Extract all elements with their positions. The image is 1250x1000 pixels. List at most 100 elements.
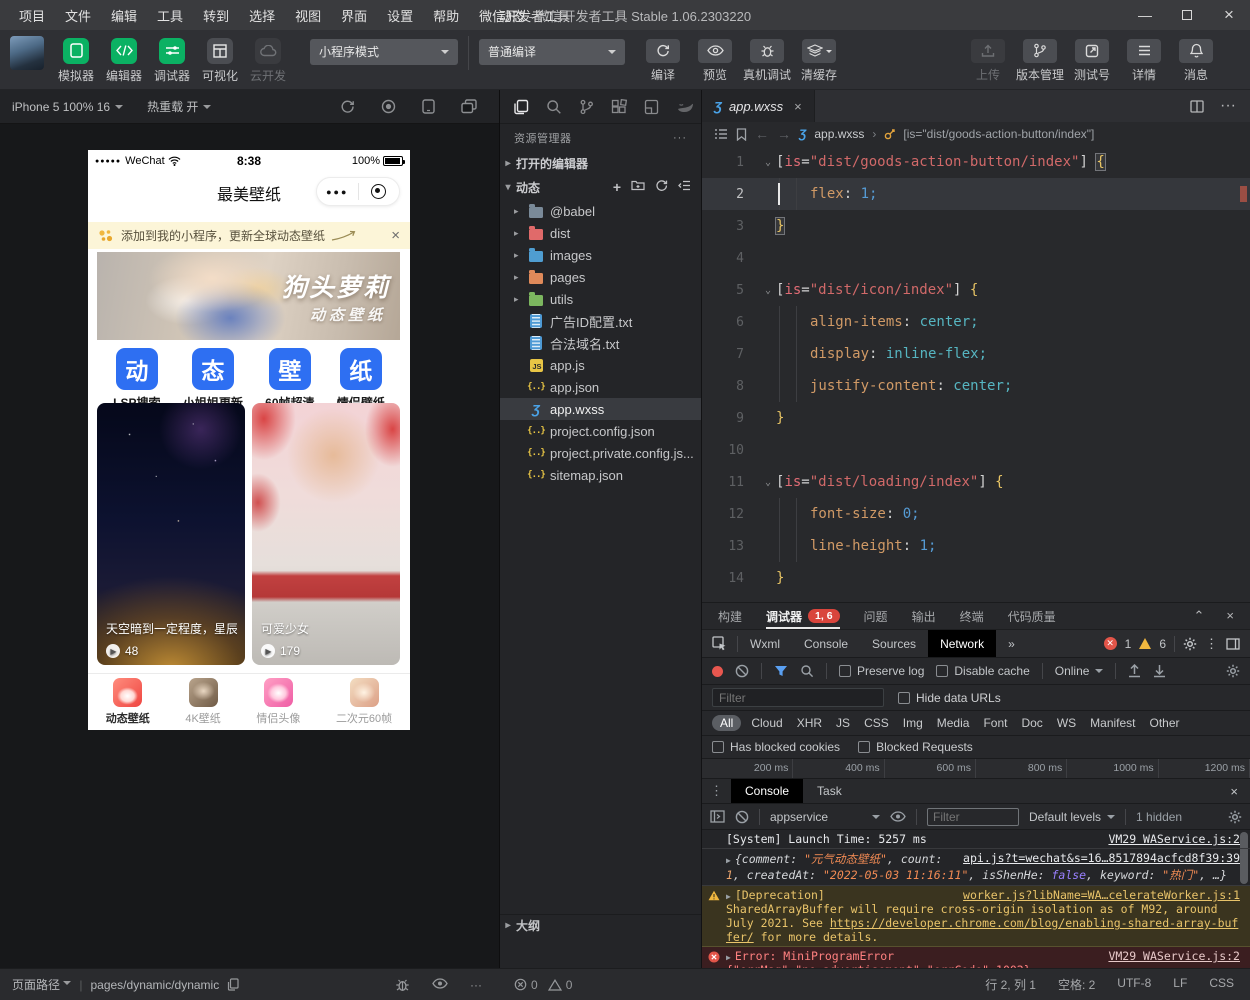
devtools-tab-network[interactable]: Network [928, 630, 996, 657]
panel-close-icon[interactable]: × [1226, 608, 1234, 624]
export-har-icon[interactable] [1153, 664, 1166, 678]
record-icon[interactable] [381, 99, 396, 114]
console-log-area[interactable]: VM29 WAService.js:2[System] Launch Time:… [702, 830, 1250, 972]
type-filter-other[interactable]: Other [1150, 716, 1180, 730]
code-line-14[interactable]: 14} [702, 562, 1250, 594]
panel-tab-代码质量[interactable]: 代码质量 [1008, 603, 1056, 629]
code-line-10[interactable]: 10 [702, 434, 1250, 466]
collapse-all-icon[interactable] [678, 179, 691, 195]
bookmark-icon[interactable] [736, 128, 747, 141]
compile-mode-dropdown[interactable]: 普通编译 [479, 39, 625, 65]
action-details-button[interactable]: 详情 [1118, 39, 1170, 83]
project-section[interactable]: ▾动态 + [500, 176, 701, 198]
preview-eye-icon[interactable] [432, 978, 448, 992]
action-external-button[interactable]: 测试号 [1066, 39, 1118, 83]
devtools-tab-console[interactable]: Console [792, 630, 860, 657]
footer-more-icon[interactable]: ··· [470, 978, 482, 992]
phone-tab-情侣头像[interactable]: 情侣头像 [256, 678, 300, 726]
maximize-button[interactable] [1166, 0, 1208, 30]
type-filter-xhr[interactable]: XHR [797, 716, 822, 730]
search-icon[interactable] [546, 99, 562, 115]
outline-list-icon[interactable] [714, 128, 728, 140]
code-line-11[interactable]: 11⌄[is="dist/loading/index"] { [702, 466, 1250, 498]
file-preview-icon[interactable] [644, 99, 659, 115]
type-filter-manifest[interactable]: Manifest [1090, 716, 1135, 730]
breadcrumb-file[interactable]: app.wxss [814, 127, 864, 141]
files-icon[interactable] [513, 99, 529, 115]
file-tree-item-app.wxss[interactable]: Ʒapp.wxss [500, 398, 701, 420]
console-tab-task[interactable]: Task [803, 779, 856, 803]
exit-target-button[interactable] [359, 184, 400, 199]
type-filter-doc[interactable]: Doc [1021, 716, 1042, 730]
phone-tab-动态壁纸[interactable]: 动态壁纸 [106, 678, 150, 726]
search-network-icon[interactable] [800, 664, 814, 678]
console-eye-icon[interactable] [890, 811, 906, 822]
category-情侣壁纸[interactable]: 纸情侣壁纸 [337, 348, 385, 411]
menu-文件[interactable]: 文件 [56, 2, 100, 29]
devtools-menu-icon[interactable]: ⋮ [1205, 636, 1218, 652]
log-levels-dropdown[interactable]: Default levels [1029, 810, 1115, 824]
action-layers-button[interactable]: 清缓存 [793, 39, 845, 83]
toggle-code-button[interactable]: 编辑器 [100, 38, 148, 84]
outline-section[interactable]: ▸ 大纲 [500, 914, 701, 936]
file-tree-item-utils[interactable]: ▸utils [500, 288, 701, 310]
file-tree-item-dist[interactable]: ▸dist [500, 222, 701, 244]
extensions-icon[interactable] [611, 99, 627, 115]
nav-forward-icon[interactable]: → [777, 126, 791, 142]
plugin-whale-icon[interactable] [676, 100, 694, 114]
throttling-dropdown[interactable]: Online [1055, 664, 1104, 678]
more-devtools-tabs[interactable]: » [996, 630, 1027, 657]
action-branch-button[interactable]: 版本管理 [1014, 39, 1066, 83]
console-object-log[interactable]: api.js?t=wechat&s=16…8517894acfcd8f39:39… [702, 849, 1250, 886]
console-settings-icon[interactable] [1228, 810, 1242, 824]
disable-cache-checkbox[interactable]: Disable cache [936, 664, 1029, 678]
devtools-tab-wxml[interactable]: Wxml [738, 630, 792, 657]
file-tree-item-app.js[interactable]: JSapp.js [500, 354, 701, 376]
problems-summary[interactable]: 0 0 [500, 978, 702, 992]
console-filter-input[interactable] [927, 808, 1019, 826]
clear-console-icon[interactable] [735, 810, 749, 824]
action-refresh-button[interactable]: 编译 [637, 39, 689, 83]
menu-界面[interactable]: 界面 [332, 2, 376, 29]
toggle-sliders-button[interactable]: 调试器 [148, 38, 196, 84]
import-har-icon[interactable] [1128, 664, 1141, 678]
checkbox-blocked-requests[interactable]: Blocked Requests [858, 740, 973, 754]
code-line-4[interactable]: 4 [702, 242, 1250, 274]
code-editor[interactable]: 1⌄[is="dist/goods-action-button/index"] … [702, 146, 1250, 602]
status-UTF8[interactable]: UTF-8 [1117, 976, 1151, 993]
record-network-icon[interactable] [712, 666, 723, 677]
error-count-icon[interactable]: ✕ [1104, 637, 1117, 650]
dock-side-icon[interactable] [1226, 638, 1240, 650]
code-line-6[interactable]: 6align-items: center; [702, 306, 1250, 338]
code-line-3[interactable]: 3} [702, 210, 1250, 242]
network-settings-icon[interactable] [1226, 664, 1240, 678]
network-filter-input[interactable] [712, 688, 884, 707]
new-folder-icon[interactable] [631, 179, 645, 195]
source-link[interactable]: VM29 WAService.js:2 [1108, 832, 1240, 846]
code-line-2[interactable]: 2flex: 1; [702, 178, 1250, 210]
expand-triangle-icon[interactable]: ▶ [726, 856, 731, 865]
explorer-more-icon[interactable]: ··· [673, 132, 687, 144]
code-line-9[interactable]: 9} [702, 402, 1250, 434]
execution-context-dropdown[interactable]: appservice [770, 810, 880, 824]
tab-app-wxss[interactable]: Ʒ app.wxss × [702, 90, 815, 122]
category-小姐姐更新[interactable]: 态小姐姐更新 [183, 348, 243, 411]
category-60帧超清[interactable]: 壁60帧超清 [265, 348, 314, 411]
hot-reload-dropdown[interactable]: 热重载 开 [135, 98, 223, 115]
mode-dropdown[interactable]: 小程序模式 [310, 39, 458, 65]
file-tree-item-合法域名.txt[interactable]: 合法域名.txt [500, 332, 701, 354]
status-CSS[interactable]: CSS [1209, 976, 1234, 993]
add-to-miniprogram-banner[interactable]: 添加到我的小程序，更新全球动态壁纸 × [88, 222, 410, 249]
hidden-count[interactable]: 1 hidden [1136, 810, 1182, 824]
restart-icon[interactable] [340, 99, 355, 114]
file-tree-item-app.json[interactable]: {..}app.json [500, 376, 701, 398]
wallpaper-card[interactable]: 可爱少女▶179 [252, 403, 400, 665]
source-link[interactable]: api.js?t=wechat&s=16…8517894acfcd8f39:39 [963, 851, 1240, 865]
source-control-icon[interactable] [579, 99, 594, 115]
close-button[interactable]: × [1208, 0, 1250, 30]
toggle-phone-button[interactable]: 模拟器 [52, 38, 100, 84]
panel-tab-终端[interactable]: 终端 [960, 603, 984, 629]
vconsole-bug-icon[interactable] [395, 978, 410, 992]
copy-path-icon[interactable] [227, 978, 239, 991]
hero-banner[interactable]: 狗头萝莉 动态壁纸 [97, 252, 400, 340]
